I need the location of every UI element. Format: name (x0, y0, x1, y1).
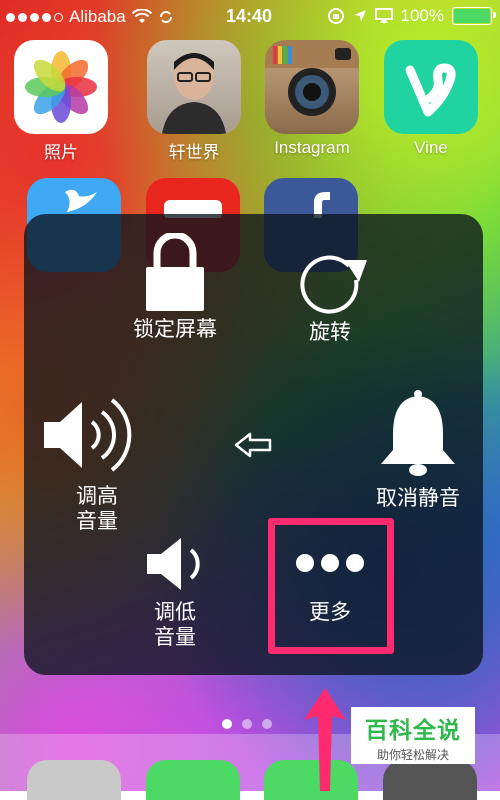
volume-down-label-1: 调低 (154, 601, 196, 625)
volume-up-label-2: 音量 (76, 510, 118, 534)
volume-up-label-1: 调高 (76, 485, 118, 509)
lock-screen-button[interactable]: 锁定屏幕 (120, 231, 230, 342)
app-label: 轩世界 (168, 143, 220, 162)
airplay-icon (374, 8, 393, 23)
unmute-label: 取消静音 (376, 487, 460, 511)
page-dot (262, 719, 272, 729)
status-bar: Alibaba 14:40 100% (0, 0, 500, 34)
status-right: 100% (327, 6, 496, 26)
app-vine[interactable]: Vine (383, 40, 479, 158)
watermark-logo: 百科全说 助你轻松解决 (351, 707, 475, 764)
lock-icon (146, 231, 204, 311)
messages-icon[interactable] (146, 760, 240, 800)
page-indicator (222, 719, 272, 729)
page-dot (222, 719, 232, 729)
rotation-lock-icon (327, 8, 344, 24)
instagram-icon (265, 40, 359, 134)
watermark-subtitle: 助你轻松解决 (376, 748, 449, 762)
app-label: 照片 (44, 143, 78, 162)
app-instagram[interactable]: Instagram (264, 40, 360, 158)
arrow-annotation-icon (304, 688, 346, 791)
app-photos[interactable]: 照片 (13, 40, 109, 163)
person-photo-icon (147, 40, 241, 134)
contacts-icon[interactable] (27, 760, 121, 800)
lock-screen-label: 锁定屏幕 (133, 318, 217, 342)
page-dot (242, 719, 252, 729)
watermark-title: 百科全说 (365, 717, 461, 743)
wifi-icon (131, 9, 152, 23)
volume-down-icon (147, 538, 200, 590)
unmute-button[interactable]: 取消静音 (360, 388, 476, 511)
battery-percent: 100% (400, 6, 444, 25)
rotate-icon (300, 255, 367, 314)
camera-icon[interactable] (383, 760, 477, 800)
volume-up-button[interactable]: 调高 音量 (40, 392, 154, 535)
app-label: Vine (414, 138, 448, 157)
clock: 14:40 (226, 6, 273, 26)
app-xuan-world[interactable]: 轩世界 (146, 40, 242, 163)
volume-down-button[interactable]: 调低 音量 (130, 534, 220, 651)
signal-strength-icon (6, 12, 63, 22)
sync-icon (159, 11, 172, 23)
location-icon (353, 10, 366, 22)
rotate-label: 旋转 (309, 321, 351, 345)
battery-icon (452, 7, 496, 25)
vine-icon (384, 40, 478, 134)
photos-icon (14, 40, 108, 134)
volume-down-label-2: 音量 (154, 626, 196, 650)
highlight-box (268, 518, 394, 654)
carrier-name: Alibaba (69, 7, 126, 26)
app-label: Instagram (274, 138, 350, 157)
bell-icon (381, 390, 455, 476)
rotate-button[interactable]: 旋转 (280, 238, 380, 345)
back-arrow-icon[interactable] (234, 432, 274, 458)
status-left: Alibaba (6, 7, 174, 27)
volume-up-icon (44, 398, 132, 472)
